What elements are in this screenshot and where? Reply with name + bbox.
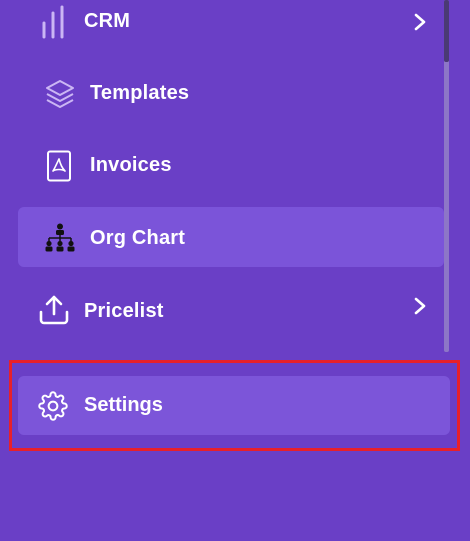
sidebar-item-settings[interactable]: Settings — [18, 376, 450, 435]
pdf-document-icon — [46, 150, 72, 182]
sidebar-item-org-chart[interactable]: Org Chart — [18, 207, 444, 267]
sidebar-item-label: Templates — [90, 82, 190, 104]
upload-icon — [38, 294, 70, 326]
sidebar-item-templates[interactable]: Templates — [18, 64, 444, 124]
sidebar-item-label: CRM — [84, 10, 131, 32]
sidebar-item-pricelist[interactable]: Pricelist — [18, 280, 444, 340]
layers-icon — [44, 78, 76, 110]
org-chart-icon — [44, 223, 76, 253]
bar-chart-icon — [40, 5, 68, 39]
sidebar-item-label: Settings — [84, 394, 163, 416]
chevron-right-icon[interactable] — [410, 0, 430, 52]
gear-icon — [38, 391, 68, 421]
sidebar-scrollbar-thumb[interactable] — [444, 0, 449, 62]
sidebar-item-crm[interactable]: CRM — [18, 0, 444, 52]
sidebar-item-label: Org Chart — [90, 227, 186, 249]
chevron-right-icon[interactable] — [410, 276, 430, 336]
sidebar-item-invoices[interactable]: Invoices — [18, 136, 444, 196]
sidebar-item-label: Invoices — [90, 154, 172, 176]
sidebar: CRM Templates Invoices Org Chart Priceli… — [0, 0, 470, 541]
sidebar-item-label: Pricelist — [84, 300, 164, 322]
